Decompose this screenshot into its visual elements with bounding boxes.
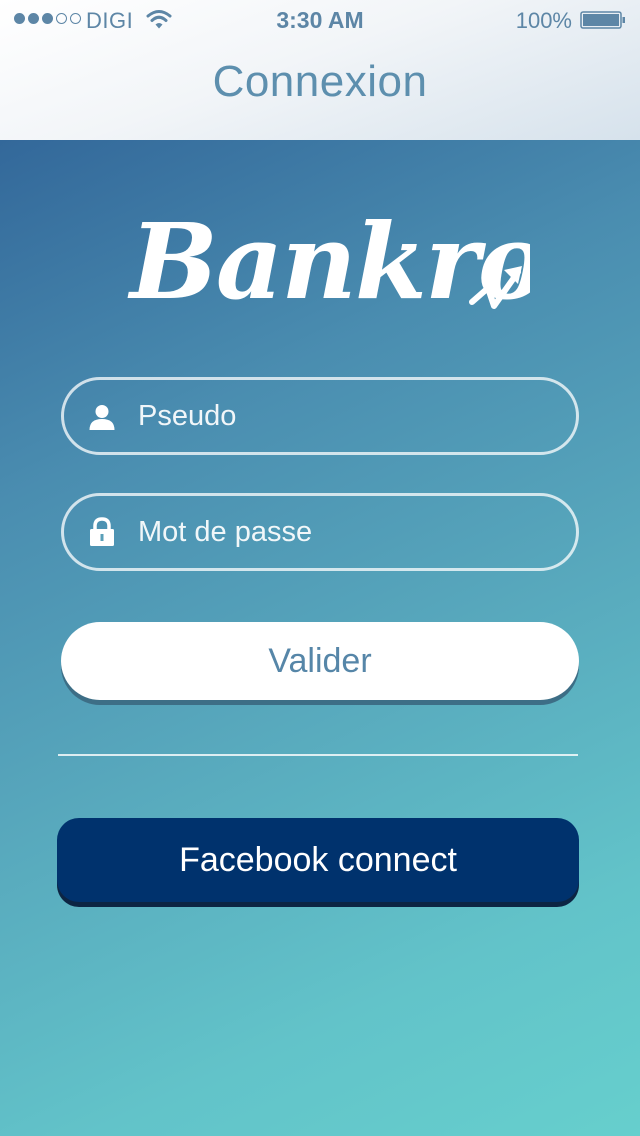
- bankroll-logo: Bankroll: [127, 200, 530, 323]
- login-screen: Bankroll Valider Facebook connect: [0, 140, 640, 1136]
- facebook-connect-button[interactable]: Facebook connect: [57, 818, 579, 902]
- navigation-header: DIGI 3:30 AM 100% Connexion: [0, 0, 640, 140]
- user-icon: [89, 405, 115, 430]
- page-title: Connexion: [212, 57, 428, 106]
- battery-percentage: 100%: [515, 8, 572, 33]
- divider: [58, 754, 578, 756]
- lock-icon: [90, 517, 114, 546]
- username-input[interactable]: [138, 380, 558, 452]
- status-bar: DIGI 3:30 AM 100%: [0, 0, 640, 40]
- logo-text: Bankroll: [127, 200, 530, 323]
- password-input[interactable]: [138, 496, 558, 568]
- submit-button[interactable]: Valider: [61, 622, 579, 700]
- username-field[interactable]: [61, 377, 579, 455]
- battery-icon: [580, 11, 625, 29]
- password-field[interactable]: [61, 493, 579, 571]
